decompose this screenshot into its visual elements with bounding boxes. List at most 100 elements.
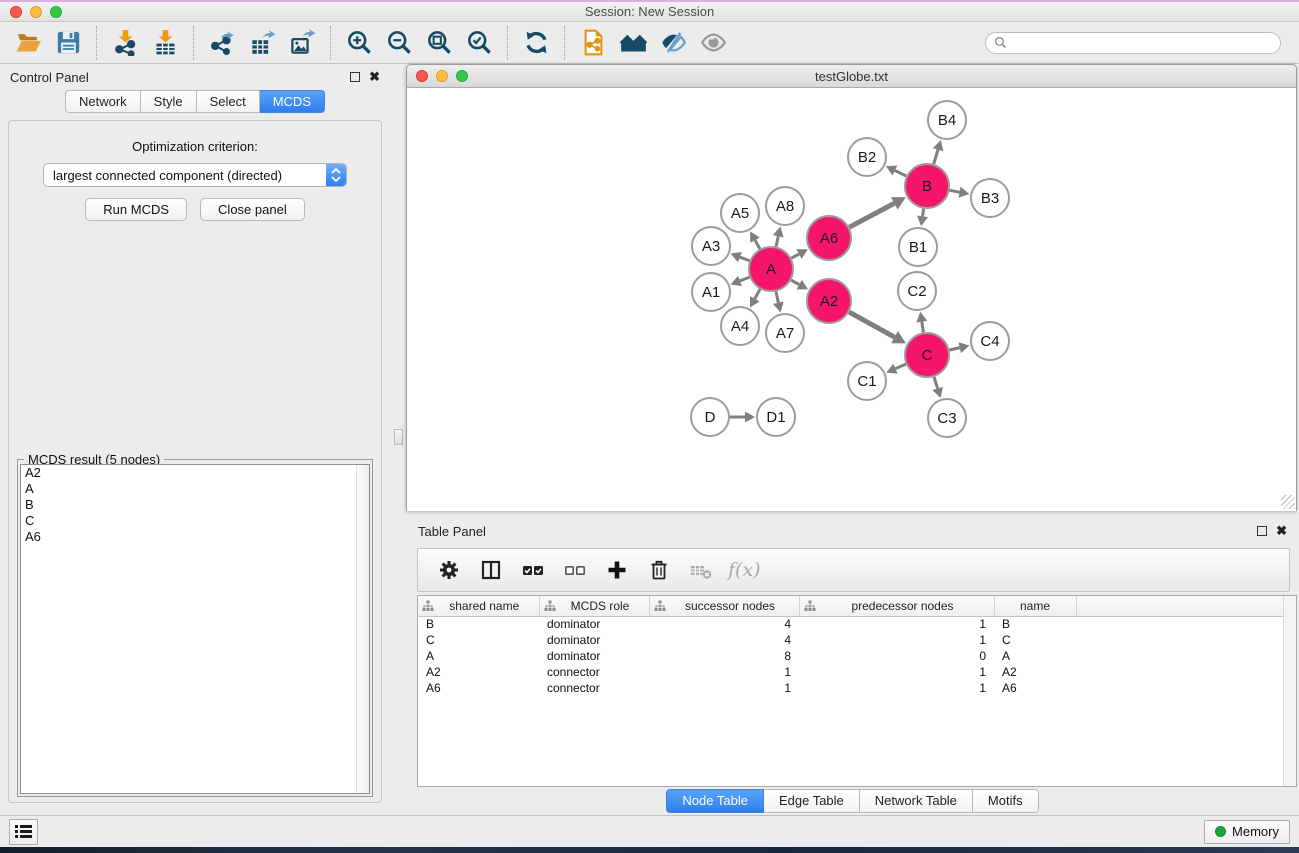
graph-edge-A-A5[interactable] [755,240,760,249]
graph-edge-B-B3[interactable] [950,190,960,192]
node-table-cell[interactable]: 4 [649,616,799,632]
mcds-result-list[interactable]: A2ABCA6 [20,464,370,794]
mcds-result-item[interactable]: A6 [21,529,369,545]
tab-select[interactable]: Select [197,90,260,113]
node-table-cell[interactable]: dominator [539,648,649,664]
graph-edge-A-A6[interactable] [791,254,799,258]
home-layout-icon[interactable] [616,26,650,60]
zoom-selected-icon[interactable] [462,26,496,60]
node-table-cell[interactable]: 1 [799,632,994,648]
delete-table-icon[interactable] [684,553,718,587]
graph-edge-B-B2[interactable] [895,170,906,176]
run-mcds-button[interactable]: Run MCDS [85,198,187,221]
graph-edge-C-C2[interactable] [922,322,924,333]
mcds-result-scrollbar[interactable] [356,465,369,793]
node-table-cell[interactable]: dominator [539,632,649,648]
node-table-cell[interactable]: A6 [994,680,1076,696]
node-table-cell[interactable]: C [994,632,1076,648]
column-header-predecessor-nodes[interactable]: predecessor nodes [799,596,994,616]
node-table-cell[interactable]: C [418,632,539,648]
mcds-result-item[interactable]: C [21,513,369,529]
show-graphics-details-icon[interactable] [696,26,730,60]
table-scrollbar[interactable] [1283,596,1296,786]
memory-button[interactable]: Memory [1204,820,1290,844]
zoom-out-icon[interactable] [382,26,416,60]
node-table-row[interactable]: Bdominator41B [418,616,1284,632]
graph-edge-A-A3[interactable] [740,257,750,261]
node-table-cell[interactable]: dominator [539,616,649,632]
create-column-icon[interactable] [600,553,634,587]
tab-edge-table[interactable]: Edge Table [764,789,860,813]
node-table-cell[interactable]: A [994,648,1076,664]
node-table-cell[interactable]: 8 [649,648,799,664]
import-table-icon[interactable] [148,26,182,60]
refresh-icon[interactable] [519,26,553,60]
task-history-button[interactable] [9,819,38,845]
node-table-row[interactable]: Adominator80A [418,648,1284,664]
delete-columns-icon[interactable] [642,553,676,587]
table-settings-icon[interactable] [432,553,466,587]
node-table-cell[interactable]: 1 [799,664,994,680]
vertical-splitter-handle[interactable] [394,429,403,445]
node-table-cell[interactable]: 1 [649,680,799,696]
node-table-row[interactable]: A6connector11A6 [418,680,1284,696]
float-panel-icon[interactable] [350,72,360,82]
network-window-titlebar[interactable]: testGlobe.txt [407,65,1296,88]
graph-edge-C-C4[interactable] [949,348,959,350]
unselect-all-columns-icon[interactable] [558,553,592,587]
graph-edge-C-C1[interactable] [895,364,905,369]
import-network-icon[interactable] [108,26,142,60]
mcds-result-item[interactable]: B [21,497,369,513]
graph-edge-A-A4[interactable] [755,289,760,299]
node-table-cell[interactable]: A6 [418,680,539,696]
export-table-icon[interactable] [245,26,279,60]
close-panel-button[interactable]: Close panel [200,198,305,221]
node-table-cell[interactable]: B [994,616,1076,632]
graph-edge-A-A8[interactable] [776,236,778,246]
close-panel-icon[interactable]: ✖ [369,72,380,82]
search-field[interactable] [985,32,1281,54]
node-table-cell[interactable]: A [418,648,539,664]
graph-edge-A2-C[interactable] [849,312,894,337]
node-table-cell[interactable]: A2 [418,664,539,680]
node-table-row[interactable]: A2connector11A2 [418,664,1284,680]
tab-mcds[interactable]: MCDS [260,90,325,113]
node-table-cell[interactable]: B [418,616,539,632]
graph-edge-A-A7[interactable] [776,291,778,302]
table-close-icon[interactable]: ✖ [1276,526,1287,536]
export-network-icon[interactable] [205,26,239,60]
node-table-cell[interactable]: 1 [799,616,994,632]
save-session-icon[interactable] [51,26,85,60]
zoom-in-icon[interactable] [342,26,376,60]
column-header-shared-name[interactable]: shared name [418,596,539,616]
mcds-result-item[interactable]: A2 [21,465,369,481]
node-table-cell[interactable]: A2 [994,664,1076,680]
network-from-clipboard-icon[interactable] [576,26,610,60]
node-table-cell[interactable]: connector [539,680,649,696]
open-file-icon[interactable] [11,26,45,60]
hide-panels-icon[interactable] [656,26,690,60]
graph-edge-C-C3[interactable] [934,377,938,389]
node-table-cell[interactable]: 1 [799,680,994,696]
column-header-mcds-role[interactable]: MCDS role [539,596,649,616]
search-input[interactable] [1012,36,1272,50]
zoom-fit-icon[interactable] [422,26,456,60]
node-table-cell[interactable]: connector [539,664,649,680]
column-header-name[interactable]: name [994,596,1076,616]
graph-edge-A6-B[interactable] [849,203,894,227]
node-table-cell[interactable]: 1 [649,664,799,680]
show-column-panel-icon[interactable] [474,553,508,587]
column-header-successor-nodes[interactable]: successor nodes [649,596,799,616]
function-builder-icon[interactable]: f(x) [728,559,761,581]
window-resize-grip[interactable] [1281,495,1295,509]
tab-motifs[interactable]: Motifs [973,789,1039,813]
select-all-columns-icon[interactable] [516,553,550,587]
export-image-icon[interactable] [285,26,319,60]
node-table-cell[interactable]: 0 [799,648,994,664]
network-canvas[interactable]: AA1A2A3A4A5A6A7A8BB1B2B3B4CC1C2C3C4DD1 [407,88,1296,511]
tab-node-table[interactable]: Node Table [666,789,764,813]
tab-network-table[interactable]: Network Table [860,789,973,813]
table-float-icon[interactable] [1257,526,1267,536]
node-table-row[interactable]: Cdominator41C [418,632,1284,648]
graph-edge-A-A1[interactable] [740,277,750,281]
